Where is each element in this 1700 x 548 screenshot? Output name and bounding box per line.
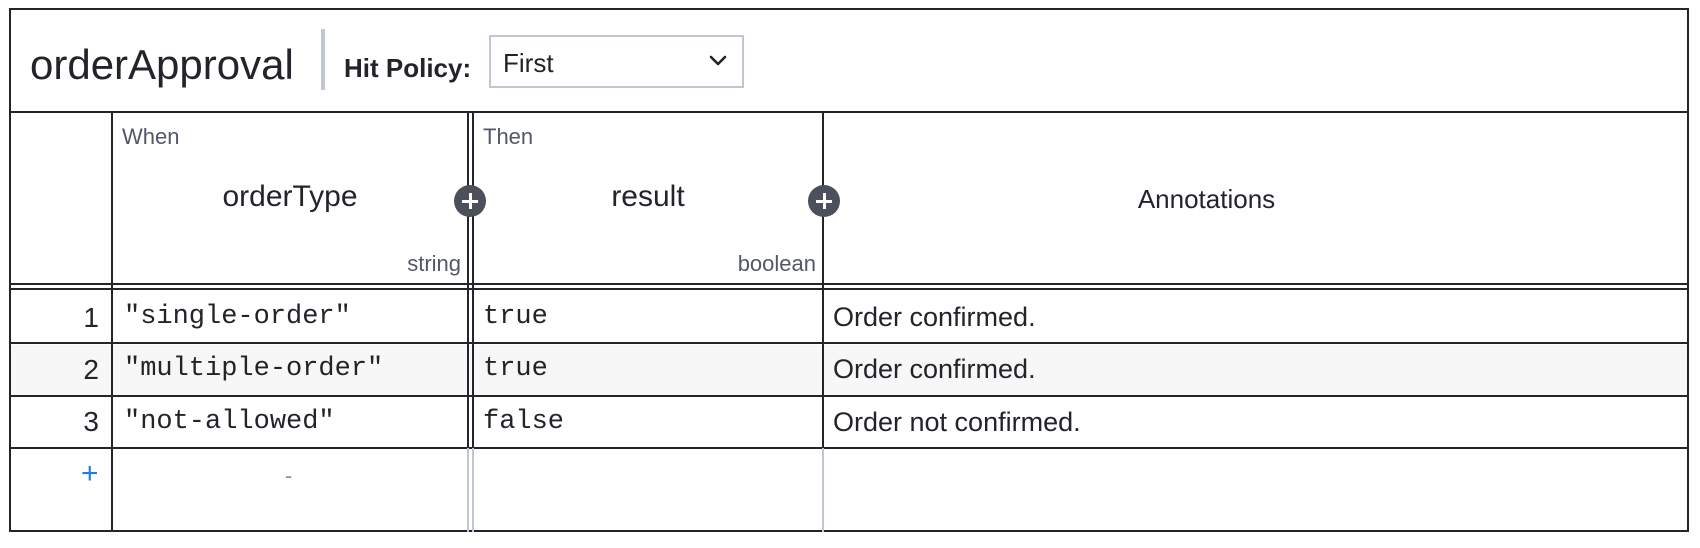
row-divider [11, 342, 1687, 344]
annotation-cell[interactable]: Order confirmed. [833, 352, 1036, 386]
table-head-divider-bottom [11, 288, 1687, 290]
hit-policy-value: First [503, 48, 554, 78]
column-divider [472, 448, 474, 532]
row-divider [11, 395, 1687, 397]
hit-policy-label: Hit Policy: [344, 53, 472, 83]
input-cell[interactable]: "single-order" [124, 300, 351, 334]
decision-table: When orderType string Then result boolea… [11, 111, 1687, 532]
empty-input-placeholder[interactable]: - [285, 463, 292, 489]
input-type-ref[interactable]: string [311, 251, 461, 277]
hit-policy-select[interactable]: First [489, 35, 744, 88]
input-cell[interactable]: "not-allowed" [124, 405, 335, 439]
table-head-divider-top [11, 283, 1687, 285]
output-clause-label: Then [483, 124, 534, 149]
header-separator [321, 29, 325, 90]
decision-table-container: orderApproval Hit Policy: First When ord… [9, 8, 1689, 532]
output-type-ref[interactable]: boolean [666, 251, 816, 277]
output-column-label[interactable]: result [474, 179, 822, 215]
decision-name[interactable]: orderApproval [30, 40, 294, 90]
header-bottom-border [11, 111, 1687, 113]
chevron-down-icon [709, 55, 727, 66]
column-divider [472, 113, 474, 448]
row-divider [11, 447, 1687, 449]
input-clause-label: When [122, 124, 180, 149]
column-divider [822, 113, 824, 448]
column-divider [467, 448, 469, 532]
annotation-cell[interactable]: Order confirmed. [833, 300, 1036, 334]
row-index: 2 [83, 354, 99, 385]
input-cell[interactable]: "multiple-order" [124, 352, 383, 386]
output-cell[interactable]: true [483, 352, 548, 386]
input-column-label[interactable]: orderType [113, 179, 467, 215]
decision-table-header: orderApproval Hit Policy: First [11, 10, 1687, 113]
column-divider [822, 448, 824, 532]
row-index: 3 [83, 406, 99, 437]
output-cell[interactable]: true [483, 300, 548, 334]
output-cell[interactable]: false [483, 405, 564, 439]
add-rule-button[interactable]: + [81, 457, 99, 491]
annotation-cell[interactable]: Order not confirmed. [833, 405, 1081, 439]
annotations-column-label: Annotations [1137, 184, 1276, 214]
column-divider [111, 113, 113, 532]
column-divider [467, 113, 469, 448]
row-index: 1 [83, 302, 99, 333]
